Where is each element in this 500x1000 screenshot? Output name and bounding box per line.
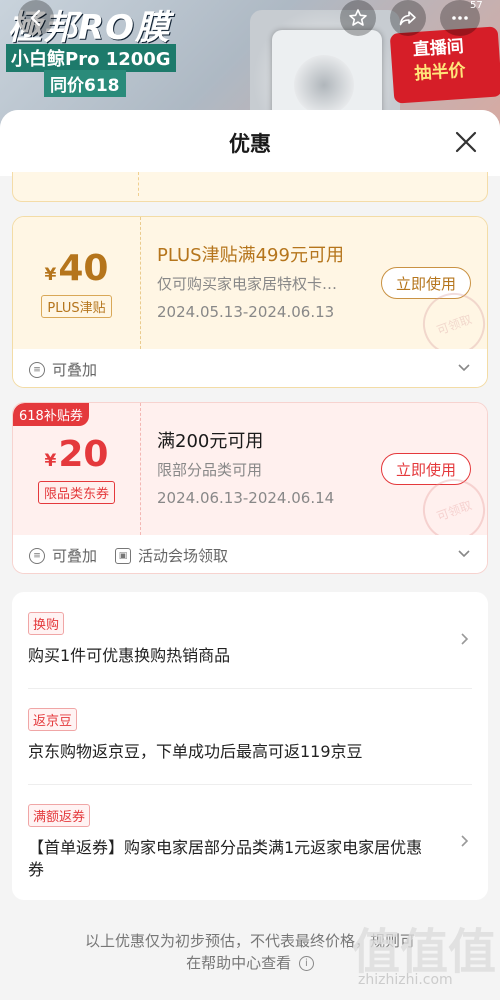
chevron-left-icon [30, 9, 41, 27]
promo-tag: 返京豆 [28, 708, 78, 731]
favorite-button[interactable] [340, 0, 376, 36]
promo-item-coupon-return[interactable]: 满额返券 【首单返券】购家电家居部分品类满1元返家电家居优惠券 [28, 804, 472, 881]
stackable-note: ≡ 可叠加 [29, 545, 97, 566]
venue-icon: ▣ [115, 547, 131, 564]
coupon-date-range: 2024.06.13-2024.06.14 [157, 489, 335, 507]
star-icon [349, 9, 367, 26]
close-icon[interactable] [454, 130, 478, 154]
promo-item-trade-in[interactable]: 换购 购买1件可优惠换购热销商品 [28, 612, 472, 667]
coupon-body: ¥ 40 PLUS津贴 PLUS津贴满499元可用 仅可购买家电家居特权卡… 2… [13, 217, 487, 364]
banner-price-label: 同价618 [44, 70, 126, 97]
info-icon[interactable]: i [298, 956, 314, 971]
coupon-type-tag: 限品类东券 [37, 481, 115, 504]
coupon-footer[interactable]: ≡ 可叠加 [13, 349, 487, 387]
currency-symbol: ¥ [44, 265, 57, 285]
coupon-type-tag: PLUS津贴 [41, 295, 112, 318]
chevron-down-icon[interactable] [457, 360, 471, 374]
coupon-description: 仅可购买家电家居特权卡… [157, 275, 338, 293]
coupon-card: ¥ 40 PLUS津贴 PLUS津贴满499元可用 仅可购买家电家居特权卡… 2… [12, 216, 488, 388]
promotion-list: 换购 购买1件可优惠换购热销商品 返京豆 京东购物返京豆，下单成功后最高可返11… [12, 592, 488, 900]
back-button[interactable] [18, 0, 54, 36]
more-dots-icon [452, 16, 468, 20]
stackable-label: 可叠加 [52, 547, 98, 565]
coupon-footer[interactable]: ≡ 可叠加 ▣ 活动会场领取 [13, 535, 487, 573]
chevron-right-icon [461, 633, 469, 645]
promo-tag: 换购 [28, 612, 65, 635]
venue-claim-note: ▣ 活动会场领取 [115, 545, 228, 566]
coupon-title: 满200元可用 [157, 431, 264, 452]
currency-symbol: ¥ [44, 451, 57, 471]
coupon-amount-block: ¥ 40 PLUS津贴 [13, 217, 140, 349]
promo-text: 购买1件可优惠换购热销商品 [28, 646, 231, 665]
sheet-title: 优惠 [229, 132, 271, 156]
previous-coupon-peek [12, 172, 488, 202]
promo-text: 京东购物返京豆，下单成功后最高可返119京豆 [28, 742, 363, 761]
help-center-link[interactable]: 在帮助中心查看 [186, 954, 291, 972]
promo-item-jingdou: 返京豆 京东购物返京豆，下单成功后最高可返119京豆 [28, 708, 472, 763]
coupon-card: 618补贴券 ¥ 20 限品类东券 满200元可用 限部分品类可用 2024.0… [12, 402, 488, 574]
banner-subtitle: 小白鲸Pro 1200G [6, 44, 176, 72]
coupon-divider [140, 403, 141, 535]
live-promo-badge[interactable]: 直播间 抽半价 [389, 26, 500, 104]
coupon-amount: ¥ 20 [45, 434, 109, 475]
discount-sheet: 优惠 ¥ 40 PLUS津贴 PLUS津贴满499元可用 仅可购买家电家居特权卡… [0, 110, 500, 1000]
chevron-down-icon[interactable] [457, 546, 471, 560]
sheet-header: 优惠 [0, 110, 500, 176]
stack-icon: ≡ [29, 361, 45, 378]
share-icon [399, 11, 416, 26]
coupon-divider [140, 217, 141, 349]
coupon-date-range: 2024.05.13-2024.06.13 [157, 303, 335, 321]
share-button[interactable] [390, 0, 426, 36]
promo-tag: 满额返券 [28, 804, 91, 827]
amount-value: 40 [58, 248, 109, 289]
watermark-url: zhizhizhi.com [358, 972, 453, 988]
live-line-2: 抽半价 [413, 60, 467, 85]
stackable-label: 可叠加 [52, 361, 98, 379]
coupon-title: PLUS津贴满499元可用 [157, 245, 344, 266]
divider [28, 784, 472, 785]
promo-text: 【首单返券】购家电家居部分品类满1元返家电家居优惠券 [28, 838, 423, 879]
cart-count-badge: 57 [470, 0, 483, 11]
coupon-description: 限部分品类可用 [157, 461, 263, 479]
venue-claim-label: 活动会场领取 [138, 547, 229, 565]
corner-promo-tag: 618补贴券 [13, 403, 89, 426]
divider [28, 688, 472, 689]
stack-icon: ≡ [29, 547, 45, 564]
stackable-note: ≡ 可叠加 [29, 359, 97, 380]
amount-value: 20 [58, 434, 109, 475]
coupon-info: PLUS津贴满499元可用 仅可购买家电家居特权卡… 2024.05.13-20… [157, 217, 487, 364]
coupon-info: 满200元可用 限部分品类可用 2024.06.13-2024.06.14 立即… [157, 403, 487, 550]
coupon-amount: ¥ 40 [45, 248, 109, 289]
chevron-right-icon [461, 835, 469, 847]
